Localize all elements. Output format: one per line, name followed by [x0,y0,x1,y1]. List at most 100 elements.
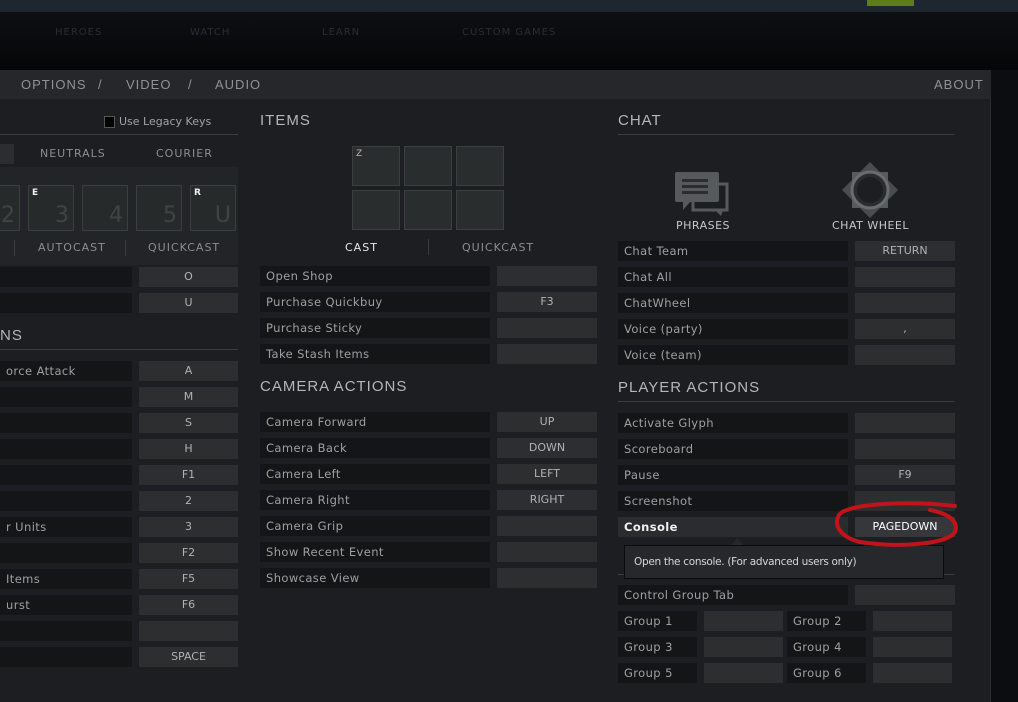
keybind-button[interactable] [139,621,238,641]
binding-label: Chat Team [618,241,848,261]
ability-slot[interactable]: 5 [136,185,182,231]
top-bar [0,0,1018,12]
tab-audio[interactable]: AUDIO [215,77,261,92]
keybind-button[interactable] [855,413,955,433]
phrases-label[interactable]: PHRASES [676,219,730,232]
binding-label: Showcase View [260,568,490,588]
binding-label [0,465,132,485]
tab-items-quickcast[interactable]: QUICKCAST [462,241,534,254]
nav-learn[interactable]: LEARN [322,27,360,38]
ability-hotkey: R [194,188,201,198]
keybind-button[interactable] [497,318,597,338]
keybind-button[interactable] [497,516,597,536]
binding-label: Camera Right [260,490,490,510]
about-button[interactable]: ABOUT [934,77,984,92]
nav-watch[interactable]: WATCH [190,27,230,38]
main-nav [0,12,1018,70]
keybind-button[interactable] [855,293,955,313]
keybind-button[interactable]: F3 [497,292,597,312]
keybind-button[interactable]: U [139,293,238,313]
keybind-button[interactable] [855,345,955,365]
keybind-button[interactable] [497,344,597,364]
binding-label [0,293,132,313]
separator: / [98,77,103,92]
tab-options[interactable]: OPTIONS [21,77,87,92]
binding-label: Camera Grip [260,516,490,536]
keybind-button[interactable]: H [139,439,238,459]
group-label: Group 3 [618,637,697,657]
keybind-button[interactable]: RETURN [855,241,955,261]
keybind-button[interactable]: F5 [139,569,238,589]
console-tooltip: Open the console. (For advanced users on… [624,545,944,579]
binding-label [0,491,132,511]
keybind-button[interactable]: 3 [139,517,238,537]
item-slot[interactable] [404,190,452,230]
item-slot[interactable]: Z [352,146,400,186]
binding-label [0,267,132,287]
camera-title: CAMERA ACTIONS [260,378,408,395]
keybind-button[interactable]: 2 [139,491,238,511]
tab-cast[interactable]: CAST [345,241,378,254]
group-keybind[interactable] [704,663,783,683]
binding-label [0,647,132,667]
keybind-button[interactable]: F6 [139,595,238,615]
group-keybind[interactable] [704,637,783,657]
play-button-edge[interactable] [867,0,914,6]
binding-label: ChatWheel [618,293,848,313]
group-keybind[interactable] [704,611,783,631]
chat-wheel-label[interactable]: CHAT WHEEL [832,219,909,232]
ability-slot[interactable]: 4 [82,185,128,231]
group-keybind[interactable] [873,611,952,631]
binding-label: Control Group Tab [618,585,848,605]
phrases-icon[interactable] [673,170,731,216]
keybind-button[interactable]: A [139,361,238,381]
legacy-keys-label: Use Legacy Keys [119,115,212,128]
keybind-button[interactable]: S [139,413,238,433]
keybind-button[interactable] [497,542,597,562]
group-keybind[interactable] [873,663,952,683]
tab-courier[interactable]: COURIER [156,147,213,160]
keybind-button[interactable] [497,266,597,286]
binding-label: Camera Left [260,464,490,484]
tab-neutrals[interactable]: NEUTRALS [40,147,106,160]
binding-label [0,439,132,459]
keybind-button[interactable] [497,568,597,588]
legacy-keys-checkbox[interactable] [104,116,115,128]
group-label: Group 2 [787,611,866,631]
keybind-button[interactable]: F2 [139,543,238,563]
keybind-button[interactable]: M [139,387,238,407]
keybind-button[interactable] [855,267,955,287]
group-keybind[interactable] [873,637,952,657]
tab-heroes-active[interactable] [0,144,14,164]
item-slot[interactable] [456,146,504,186]
binding-label: Scoreboard [618,439,848,459]
ability-slot[interactable]: UR [190,185,236,231]
ability-slot[interactable]: 2 [0,185,20,231]
keybind-button[interactable]: , [855,319,955,339]
tab-autocast[interactable]: AUTOCAST [38,241,106,254]
ability-slot[interactable]: 3E [28,185,74,231]
keybind-button[interactable]: LEFT [497,464,597,484]
keybind-button[interactable]: RIGHT [497,490,597,510]
keybind-button[interactable]: DOWN [497,438,597,458]
item-slot[interactable] [404,146,452,186]
keybind-button[interactable]: F9 [855,465,955,485]
item-slot[interactable] [352,190,400,230]
keybind-button[interactable] [855,585,955,605]
nav-custom-games[interactable]: CUSTOM GAMES [462,27,556,38]
tab-video[interactable]: VIDEO [126,77,171,92]
keybind-button[interactable]: F1 [139,465,238,485]
binding-label: Camera Back [260,438,490,458]
nav-heroes[interactable]: HEROES [55,27,102,38]
keybind-button[interactable]: UP [497,412,597,432]
binding-label: Camera Forward [260,412,490,432]
ability-hotkey: E [32,188,39,198]
keybind-button[interactable]: SPACE [139,647,238,667]
group-label: Group 4 [787,637,866,657]
tab-quickcast[interactable]: QUICKCAST [148,241,220,254]
keybind-button[interactable]: O [139,267,238,287]
group-label: Group 1 [618,611,697,631]
keybind-button[interactable] [855,439,955,459]
item-slot[interactable] [456,190,504,230]
chat-wheel-icon[interactable] [840,160,900,220]
